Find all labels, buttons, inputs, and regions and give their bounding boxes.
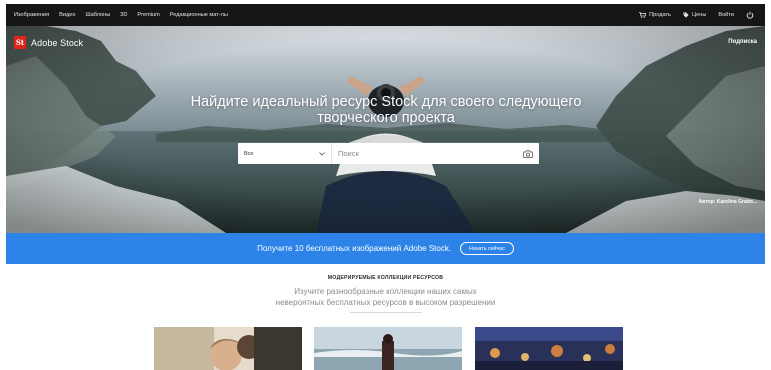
collection-image (475, 327, 623, 370)
nav-categories: Изображения Видео Шаблоны 3D Premium Ред… (6, 12, 238, 18)
hero-banner: St Adobe Stock Подписка Найдите идеальны… (6, 26, 765, 233)
collections-subtitle-line-1: Изучите разнообразные коллекции наших са… (294, 287, 477, 296)
collection-card-night[interactable] (475, 327, 623, 370)
photo-credit[interactable]: Автор: Karolina Grabo... (699, 199, 757, 205)
hero-photo (6, 26, 765, 233)
chevron-down-icon (319, 151, 325, 156)
search-input[interactable] (332, 143, 517, 164)
collections-heading: МОДЕРИРУЕМЫЕ КОЛЛЕКЦИИ РЕСУРСОВ (327, 275, 444, 281)
sell-label: Продать (649, 12, 671, 18)
search-bar: Все (238, 143, 539, 164)
start-now-button[interactable]: Начать сейчас (460, 242, 514, 255)
curated-collections: МОДЕРИРУЕМЫЕ КОЛЛЕКЦИИ РЕСУРСОВ Изучите … (6, 264, 765, 370)
collections-subtitle-line-2: невероятных бесплатных ресурсов в высоко… (275, 298, 496, 307)
nav-item-video[interactable]: Видео (59, 12, 75, 18)
pricing-label: Цены (691, 12, 707, 18)
nav-item-templates[interactable]: Шаблоны (86, 12, 111, 18)
subscription-link[interactable]: Подписка (728, 39, 757, 45)
category-select[interactable]: Все (238, 143, 332, 164)
collection-image (154, 327, 302, 370)
nav-item-premium[interactable]: Premium (137, 12, 159, 18)
hero-headline: Найдите идеальный ресурс Stock для своег… (166, 94, 606, 126)
login-label: Войти (718, 12, 734, 18)
top-nav: Изображения Видео Шаблоны 3D Premium Ред… (6, 4, 765, 26)
visual-search-button[interactable] (517, 143, 539, 164)
nav-item-editorial[interactable]: Редакционные мат-лы (170, 12, 228, 18)
headline-line-1: Найдите идеальный ресурс Stock для своег… (190, 94, 582, 110)
headline-line-2: творческого проекта (317, 110, 455, 126)
divider (350, 312, 422, 313)
nav-item-images[interactable]: Изображения (14, 12, 49, 18)
adobe-stock-logo[interactable]: St Adobe Stock (14, 36, 83, 49)
cart-icon (639, 12, 647, 18)
sell-link[interactable]: Продать (639, 12, 671, 18)
camera-icon (523, 149, 533, 158)
power-icon (746, 11, 754, 19)
tag-icon (683, 12, 689, 18)
account-button[interactable] (746, 11, 757, 19)
nav-actions: Продать Цены Войти (627, 11, 765, 19)
promo-text: Получите 10 бесплатных изображений Adobe… (257, 244, 452, 253)
pricing-link[interactable]: Цены (683, 12, 706, 18)
collection-card-people[interactable] (154, 327, 302, 370)
collection-image (314, 327, 462, 370)
category-value: Все (244, 150, 254, 157)
collections-subtitle: Изучите разнообразные коллекции наших са… (6, 286, 765, 308)
page: Изображения Видео Шаблоны 3D Premium Ред… (6, 4, 765, 370)
logo-text: Adobe Stock (31, 37, 84, 48)
collection-card-beach[interactable] (314, 327, 462, 370)
stock-logo-badge: St (14, 36, 26, 49)
promo-banner: Получите 10 бесплатных изображений Adobe… (6, 233, 765, 264)
login-link[interactable]: Войти (718, 12, 734, 18)
nav-item-3d[interactable]: 3D (120, 12, 127, 18)
